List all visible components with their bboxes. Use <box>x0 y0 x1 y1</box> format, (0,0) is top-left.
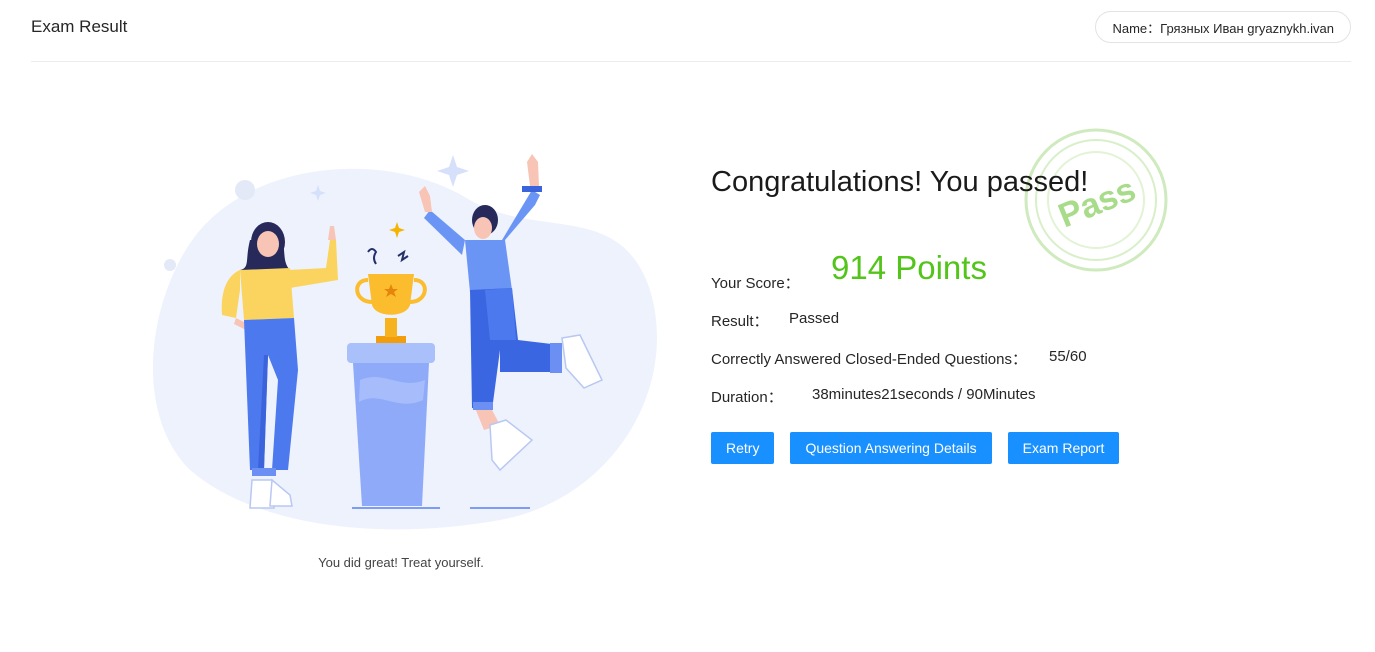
correct-answers-row: Correctly Answered Closed-Ended Question… <box>711 348 1087 369</box>
result-label: Result： <box>711 313 769 330</box>
retry-button[interactable]: Retry <box>711 432 775 464</box>
question-details-button[interactable]: Question Answering Details <box>790 432 992 464</box>
duration-row: Duration： 38minutes21seconds / 90Minutes <box>711 386 1035 407</box>
correct-answers-value: 55/60 <box>1049 348 1087 365</box>
result-value: Passed <box>789 310 840 327</box>
score-row: Your Score： 914 Points <box>711 249 987 293</box>
duration-value: 38minutes21seconds / 90Minutes <box>812 386 1036 403</box>
pass-stamp: Pass <box>1024 128 1168 272</box>
duration-label: Duration： <box>711 389 783 406</box>
illustration-caption: You did great! Treat yourself. <box>318 555 484 570</box>
user-name-badge: Name：Грязных Иван gryaznykh.ivan <box>1095 11 1351 43</box>
correct-answers-label: Correctly Answered Closed-Ended Question… <box>711 351 1027 368</box>
celebration-illustration <box>140 140 670 530</box>
page-title: Exam Result <box>31 17 128 36</box>
congratulations-heading: Congratulations! You passed! <box>711 166 1089 198</box>
score-value: 914 Points <box>831 249 987 286</box>
exam-report-button[interactable]: Exam Report <box>1007 432 1120 464</box>
action-buttons: Retry Question Answering Details Exam Re… <box>711 432 1135 464</box>
result-row: Result： Passed <box>711 310 839 331</box>
page-header: Exam Result Name：Грязных Иван gryaznykh.… <box>31 0 1351 62</box>
score-label: Your Score： <box>711 275 800 292</box>
